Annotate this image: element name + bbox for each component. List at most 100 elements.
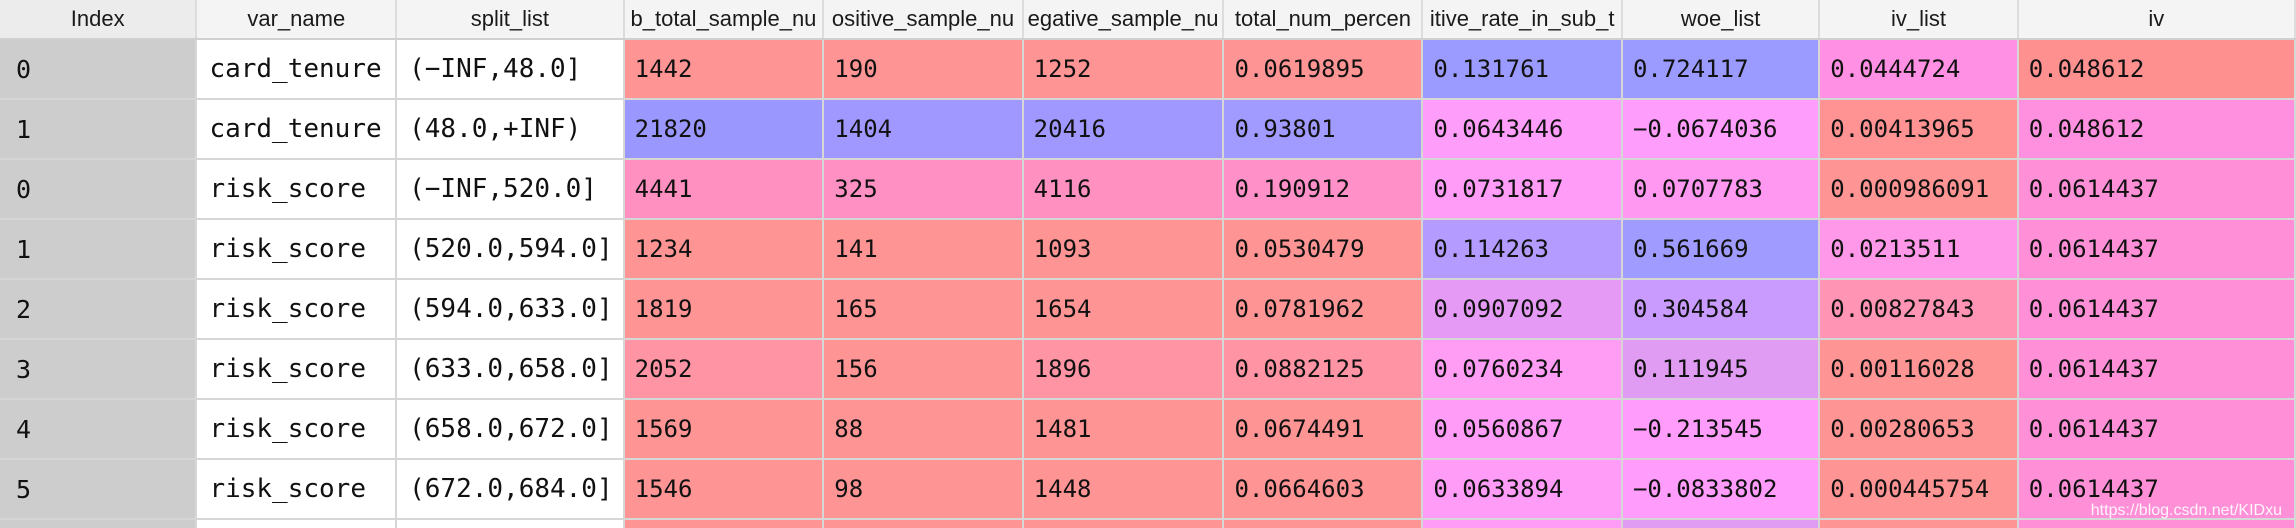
- table-row[interactable]: 4 risk_score (658.0,672.0] 1569 88 1481 0.0674…: [0, 399, 2296, 460]
- var-name-cell[interactable]: risk_score: [196, 159, 398, 220]
- column-header-iv[interactable]: iv: [2017, 0, 2296, 40]
- iv-list-cell[interactable]: 0.00280653: [1819, 399, 2019, 460]
- split-list-cell[interactable]: (520.0,594.0]: [396, 219, 625, 280]
- positive-cell[interactable]: 190: [823, 39, 1024, 100]
- table-row[interactable]: 0 risk_score (−INF,520.0] 4441 325 4116 0.1909…: [0, 159, 2296, 220]
- positive-cell[interactable]: 156: [823, 339, 1024, 400]
- index-cell[interactable]: 5: [0, 459, 198, 520]
- index-cell[interactable]: 1: [0, 99, 198, 160]
- sub-total-cell[interactable]: 2052: [623, 339, 825, 400]
- percent-cell[interactable]: 0.190912: [1223, 159, 1424, 220]
- iv-cell[interactable]: 0.0614437: [2017, 279, 2296, 340]
- woe-cell[interactable]: −0.213545: [1621, 399, 1821, 460]
- var-name-cell[interactable]: risk_score: [196, 399, 398, 460]
- negative-cell[interactable]: 1093: [1022, 219, 1225, 280]
- index-cell[interactable]: 1: [0, 219, 198, 280]
- column-header-iv-list[interactable]: iv_list: [1819, 0, 2019, 40]
- sub-total-cell[interactable]: 4441: [623, 159, 825, 220]
- iv-list-cell[interactable]: 0.000986091: [1819, 159, 2019, 220]
- iv-cell[interactable]: 0.0614437: [2017, 399, 2296, 460]
- table-row[interactable]: 1 card_tenure (48.0,+INF) 21820 1404 20416 0.9…: [0, 99, 2296, 160]
- percent-cell[interactable]: 0.0664603: [1223, 459, 1424, 520]
- split-list-cell[interactable]: (658.0,672.0]: [396, 399, 625, 460]
- percent-cell[interactable]: 0.93801: [1223, 99, 1424, 160]
- iv-cell[interactable]: 0.048612: [2017, 99, 2296, 160]
- positive-cell[interactable]: 325: [823, 159, 1024, 220]
- positive-rate-cell[interactable]: 0.131761: [1422, 39, 1623, 100]
- iv-list-cell[interactable]: 0.0213511: [1819, 219, 2019, 280]
- positive-cell[interactable]: 165: [823, 279, 1024, 340]
- percent-cell[interactable]: 0.0619895: [1223, 39, 1424, 100]
- var-name-cell[interactable]: card_tenure: [196, 99, 398, 160]
- index-cell[interactable]: 4: [0, 399, 198, 460]
- split-list-cell[interactable]: (−INF,520.0]: [396, 159, 625, 220]
- var-name-cell[interactable]: risk_score: [196, 459, 398, 520]
- percent-cell[interactable]: 0.0674491: [1223, 399, 1424, 460]
- iv-list-cell[interactable]: 0.00413965: [1819, 99, 2019, 160]
- column-header-woe-list[interactable]: woe_list: [1621, 0, 1821, 40]
- column-header-positive-rate[interactable]: itive_rate_in_sub_t: [1422, 0, 1623, 40]
- positive-rate-cell[interactable]: 0.0760234: [1422, 339, 1623, 400]
- percent-cell[interactable]: 0.0882125: [1223, 339, 1424, 400]
- var-name-cell[interactable]: risk_score: [196, 339, 398, 400]
- positive-rate-cell[interactable]: 0.0633894: [1422, 459, 1623, 520]
- iv-cell[interactable]: 0.0614437: [2017, 159, 2296, 220]
- split-list-cell[interactable]: (−INF,48.0]: [396, 39, 625, 100]
- positive-rate-cell[interactable]: 0.0731817: [1422, 159, 1623, 220]
- negative-cell[interactable]: 1654: [1022, 279, 1225, 340]
- index-cell[interactable]: 2: [0, 279, 198, 340]
- sub-total-cell[interactable]: 1442: [623, 39, 825, 100]
- positive-cell[interactable]: 141: [823, 219, 1024, 280]
- iv-list-cell[interactable]: 0.000445754: [1819, 459, 2019, 520]
- index-cell[interactable]: 0: [0, 159, 198, 220]
- woe-cell[interactable]: −0.0833802: [1621, 459, 1821, 520]
- woe-cell[interactable]: 0.561669: [1621, 219, 1821, 280]
- iv-list-cell[interactable]: 0.00116028: [1819, 339, 2019, 400]
- iv-cell[interactable]: 0.0614437: [2017, 339, 2296, 400]
- table-row[interactable]: 1 risk_score (520.0,594.0] 1234 141 1093 0.053…: [0, 219, 2296, 280]
- var-name-cell[interactable]: risk_score: [196, 279, 398, 340]
- negative-cell[interactable]: 1896: [1022, 339, 1225, 400]
- split-list-cell[interactable]: (672.0,684.0]: [396, 459, 625, 520]
- column-header-sub-total-sample-num[interactable]: b_total_sample_nu: [623, 0, 825, 40]
- sub-total-cell[interactable]: 21820: [623, 99, 825, 160]
- sub-total-cell[interactable]: 1569: [623, 399, 825, 460]
- positive-cell[interactable]: 98: [823, 459, 1024, 520]
- column-header-negative-sample-num[interactable]: egative_sample_nu: [1022, 0, 1225, 40]
- percent-cell[interactable]: 0.0530479: [1223, 219, 1424, 280]
- table-row[interactable]: 3 risk_score (633.0,658.0] 2052 156 1896 0.088…: [0, 339, 2296, 400]
- iv-list-cell[interactable]: 0.0444724: [1819, 39, 2019, 100]
- negative-cell[interactable]: 1252: [1022, 39, 1225, 100]
- split-list-cell[interactable]: (594.0,633.0]: [396, 279, 625, 340]
- positive-rate-cell[interactable]: 0.0907092: [1422, 279, 1623, 340]
- positive-rate-cell[interactable]: 0.0643446: [1422, 99, 1623, 160]
- table-row[interactable]: 2 risk_score (594.0,633.0] 1819 165 1654 0.078…: [0, 279, 2296, 340]
- negative-cell[interactable]: 1481: [1022, 399, 1225, 460]
- iv-cell[interactable]: 0.0614437: [2017, 219, 2296, 280]
- table-row[interactable]: 0 card_tenure (−INF,48.0] 1442 190 1252 0.0619…: [0, 39, 2296, 100]
- iv-list-cell[interactable]: 0.00827843: [1819, 279, 2019, 340]
- column-header-split-list[interactable]: split_list: [396, 0, 625, 40]
- negative-cell[interactable]: 4116: [1022, 159, 1225, 220]
- woe-cell[interactable]: 0.304584: [1621, 279, 1821, 340]
- var-name-cell[interactable]: risk_score: [196, 219, 398, 280]
- column-header-var-name[interactable]: var_name: [196, 0, 398, 40]
- woe-cell[interactable]: −0.0674036: [1621, 99, 1821, 160]
- index-cell[interactable]: 3: [0, 339, 198, 400]
- sub-total-cell[interactable]: 1234: [623, 219, 825, 280]
- split-list-cell[interactable]: (633.0,658.0]: [396, 339, 625, 400]
- woe-cell[interactable]: 0.111945: [1621, 339, 1821, 400]
- iv-cell[interactable]: 0.048612: [2017, 39, 2296, 100]
- woe-cell[interactable]: 0.0707783: [1621, 159, 1821, 220]
- negative-cell[interactable]: 20416: [1022, 99, 1225, 160]
- sub-total-cell[interactable]: 1546: [623, 459, 825, 520]
- split-list-cell[interactable]: (48.0,+INF): [396, 99, 625, 160]
- table-row[interactable]: 5 risk_score (672.0,684.0] 1546 98 1448 0.0664…: [0, 459, 2296, 520]
- column-header-index[interactable]: Index: [0, 0, 198, 40]
- index-cell[interactable]: 0: [0, 39, 198, 100]
- column-header-positive-sample-num[interactable]: ositive_sample_nu: [823, 0, 1024, 40]
- positive-cell[interactable]: 88: [823, 399, 1024, 460]
- positive-rate-cell[interactable]: 0.0560867: [1422, 399, 1623, 460]
- positive-cell[interactable]: 1404: [823, 99, 1024, 160]
- percent-cell[interactable]: 0.0781962: [1223, 279, 1424, 340]
